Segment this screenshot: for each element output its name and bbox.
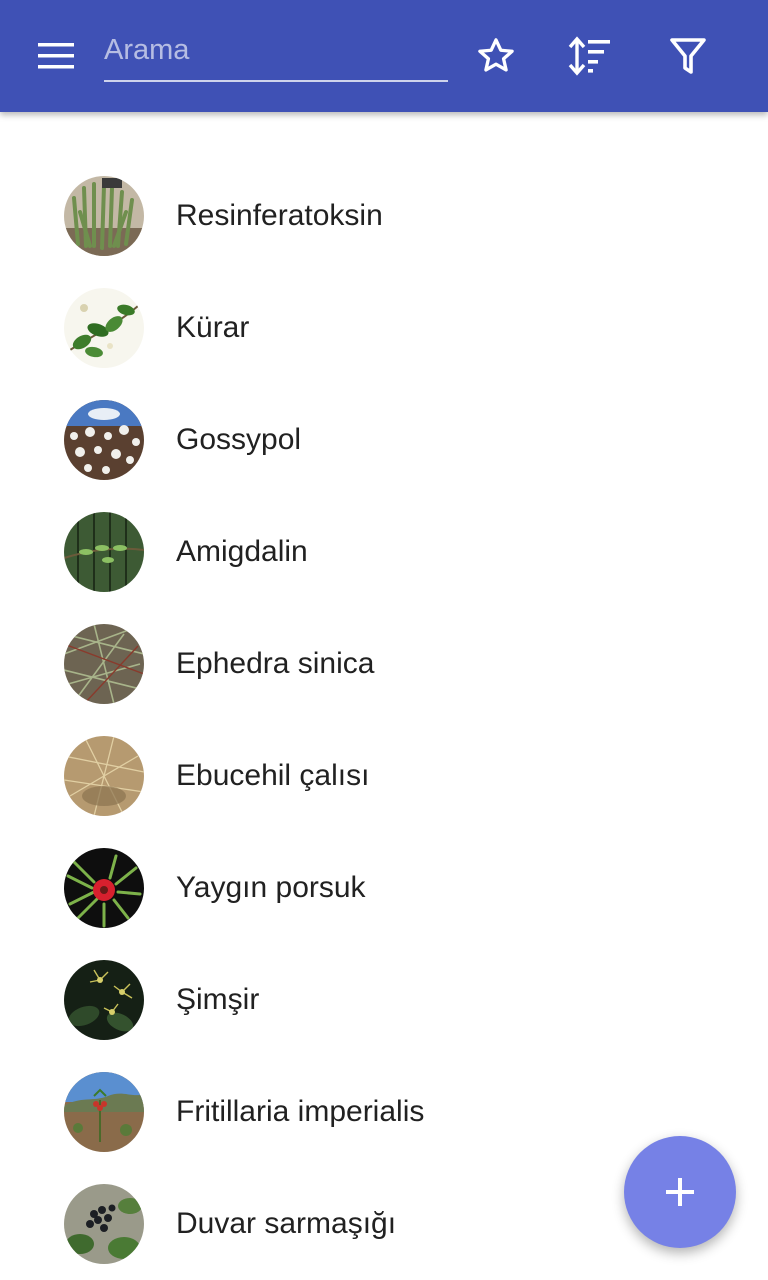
plant-thumbnail [64,624,144,704]
plant-name: Kürar [176,311,250,344]
list-item[interactable]: Ephedra sinica [0,608,768,720]
sort-button[interactable] [562,28,618,84]
search-field [104,26,448,82]
plant-thumbnail [64,176,144,256]
list-item[interactable]: Yaygın porsuk [0,832,768,944]
menu-icon [38,43,74,69]
app-bar [0,0,768,112]
list-item[interactable]: Amigdalin [0,496,768,608]
plant-thumbnail [64,848,144,928]
menu-button[interactable] [22,28,90,84]
plant-name: Ephedra sinica [176,647,375,680]
search-input[interactable] [104,26,448,74]
plant-thumbnail [64,736,144,816]
plant-thumbnail [64,512,144,592]
favorites-button[interactable] [468,28,524,84]
plant-thumbnail [64,960,144,1040]
list-item[interactable]: Gossypol [0,384,768,496]
plant-name: Resinferatoksin [176,199,383,232]
plant-name: Gossypol [176,423,302,456]
list-item[interactable]: Resinferatoksin [0,160,768,272]
filter-icon [670,38,706,74]
plant-name: Şimşir [176,983,260,1016]
list-item[interactable]: Şimşir [0,944,768,1056]
plant-name: Duvar sarmaşığı [176,1207,397,1240]
plant-thumbnail [64,288,144,368]
plant-name: Fritillaria imperialis [176,1095,425,1128]
add-button[interactable] [624,1136,736,1248]
plant-thumbnail [64,1072,144,1152]
plant-thumbnail [64,1184,144,1264]
plant-thumbnail [64,400,144,480]
plant-list: Resinferatoksin Kürar Gossypol Amigdalin… [0,160,768,1280]
plant-name: Yaygın porsuk [176,871,366,904]
filter-button[interactable] [660,28,716,84]
list-item[interactable]: Ebucehil çalısı [0,720,768,832]
list-item[interactable]: Kürar [0,272,768,384]
sort-icon [568,36,610,76]
plus-icon [666,1178,694,1206]
star-icon [478,38,514,72]
plant-name: Ebucehil çalısı [176,759,370,792]
plant-name: Amigdalin [176,535,308,568]
